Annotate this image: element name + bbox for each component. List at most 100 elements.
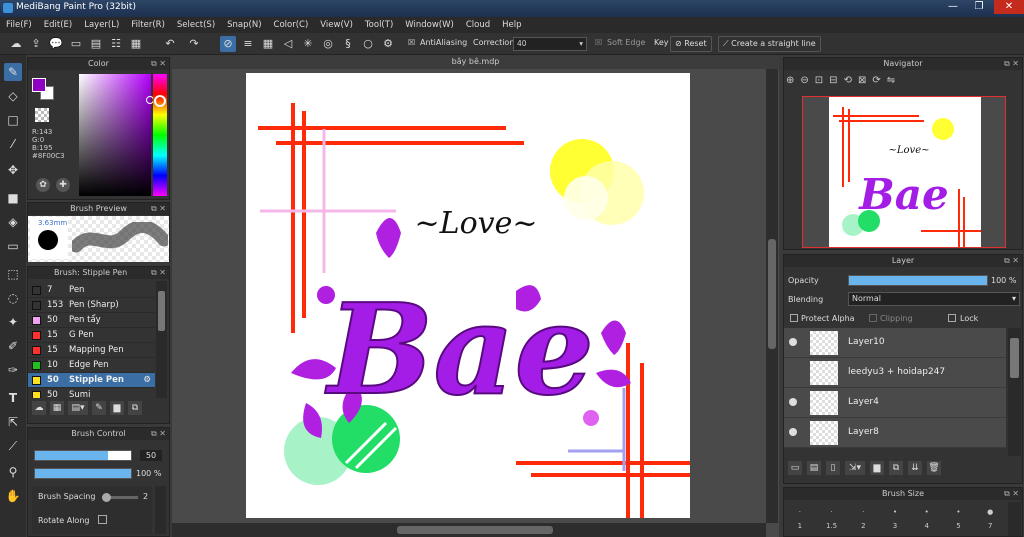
menu-select[interactable]: Select(S) [171, 20, 221, 30]
panel-close-icon[interactable]: ⧉ ✕ [151, 267, 166, 279]
brush-list-item[interactable]: 50 Stipple Pen ⚙ [28, 373, 155, 388]
flip-icon[interactable]: ⇋ [887, 75, 895, 86]
delete-layer-icon[interactable]: 🗑 [927, 461, 941, 475]
select-eraser-icon[interactable]: ✑ [4, 361, 22, 379]
brush-opacity-slider[interactable] [34, 468, 132, 479]
hand-tool-icon[interactable]: ✋ [4, 487, 22, 505]
brush-list-item[interactable]: 153 Pen (Sharp) [28, 298, 155, 313]
eyedropper-icon[interactable]: ⚲ [4, 463, 22, 481]
brush-list-item[interactable]: 10 Edge Pen [28, 358, 155, 373]
merge-icon[interactable]: ⇊ [908, 461, 922, 475]
panel-close-icon[interactable]: ⧉ ✕ [1004, 58, 1019, 70]
brush-size-value[interactable]: 50 [140, 450, 162, 461]
grid-snap-icon[interactable]: ▦ [260, 36, 276, 52]
brush-size-scrollbar[interactable] [1008, 502, 1021, 536]
palette-add-icon[interactable]: ✚ [56, 178, 70, 192]
soft-edge-checkbox[interactable]: ☒ [595, 38, 602, 47]
eye-icon[interactable] [789, 428, 797, 436]
transparent-color-swatch[interactable] [35, 108, 49, 122]
brush-size-preset[interactable]: • 3 [879, 502, 911, 536]
zoom-in-icon[interactable]: ⊕ [786, 75, 794, 86]
brush-size-preset[interactable]: · 2 [847, 502, 879, 536]
canvas-vertical-scrollbar[interactable] [766, 69, 778, 523]
menu-view[interactable]: View(V) [314, 20, 359, 30]
saturation-value-picker[interactable] [79, 74, 151, 196]
antialiasing-checkbox[interactable]: ☒ [408, 38, 415, 47]
maximize-button[interactable]: ❐ [966, 0, 992, 14]
new-file-icon[interactable]: ▭ [68, 36, 84, 52]
new-halftone-layer-icon[interactable]: ▤ [807, 461, 821, 475]
scrollbar-thumb[interactable] [158, 291, 165, 331]
slider-handle[interactable] [102, 493, 111, 502]
menu-help[interactable]: Help [496, 20, 527, 30]
brush-size-preset[interactable]: • 5 [943, 502, 975, 536]
brush-menu-icon[interactable]: ▤▾ [68, 401, 88, 415]
brush-list-scrollbar[interactable] [156, 281, 167, 398]
layer-row[interactable]: leedyu3 + hoidap247 [784, 358, 1006, 388]
add-brush-icon[interactable]: ▦ [50, 401, 64, 415]
dot-tool-icon[interactable]: ⁄ [4, 135, 22, 153]
brush-size-preset[interactable]: · 1.5 [816, 502, 848, 536]
select-tool-icon[interactable]: ⬚ [4, 265, 22, 283]
navigator-preview[interactable]: Bae ~Love~ [802, 96, 1006, 248]
divide-tool-icon[interactable]: ⟋ [4, 437, 22, 455]
eye-icon[interactable] [789, 338, 797, 346]
minimize-button[interactable]: — [940, 0, 966, 14]
correction-select[interactable]: 40 ▾ [513, 37, 587, 51]
brush-cloud-icon[interactable]: ☁ [32, 401, 46, 415]
hue-slider-handle[interactable] [154, 95, 166, 107]
radial-snap-icon[interactable]: ✳ [300, 36, 316, 52]
menu-color[interactable]: Color(C) [268, 20, 315, 30]
brush-size-preset[interactable]: ● 7 [974, 502, 1006, 536]
rotate-along-checkbox[interactable] [98, 515, 107, 524]
duplicate-icon[interactable]: ⧉ [889, 461, 903, 475]
perspective-snap-icon[interactable]: ◁ [280, 36, 296, 52]
actual-size-icon[interactable]: ⊟ [829, 75, 837, 86]
list-icon[interactable]: ☷ [108, 36, 124, 52]
blending-select[interactable]: Normal ▾ [848, 292, 1020, 306]
folder-icon[interactable]: ▆ [870, 461, 884, 475]
menu-cloud[interactable]: Cloud [460, 20, 496, 30]
text-tool-icon[interactable]: T [4, 389, 22, 407]
snap-off-icon[interactable]: ⊘ [220, 36, 236, 52]
cloud-icon[interactable]: ☁ [8, 36, 24, 52]
lock-checkbox[interactable] [948, 314, 956, 322]
layer-scrollbar[interactable] [1008, 328, 1021, 456]
foreground-color-swatch[interactable] [32, 78, 46, 92]
menu-filter[interactable]: Filter(R) [125, 20, 171, 30]
move-tool-icon[interactable]: ✥ [4, 161, 22, 179]
folder-icon[interactable]: ▆ [110, 401, 124, 415]
rectangle-fill-icon[interactable]: ■ [4, 189, 22, 207]
menu-window[interactable]: Window(W) [399, 20, 460, 30]
scrollbar-thumb[interactable] [1010, 338, 1019, 378]
layer-menu-icon[interactable]: ⇲▾ [845, 461, 865, 475]
panel-close-icon[interactable]: ⧉ ✕ [1004, 255, 1019, 267]
brush-spacing-slider[interactable] [102, 493, 138, 502]
close-window-button[interactable]: ✕ [994, 0, 1024, 14]
bucket-tool-icon[interactable]: ◈ [4, 213, 22, 231]
brush-list-item[interactable]: 7 Pen [28, 283, 155, 298]
straight-line-button[interactable]: ⟋ Create a straight line [718, 36, 821, 52]
circle-snap-icon[interactable]: ○ [360, 36, 376, 52]
redo-icon[interactable]: ↷ [186, 36, 202, 52]
edit-brush-icon[interactable]: ✎ [92, 401, 106, 415]
brush-size-preset[interactable]: · 1 [784, 502, 816, 536]
operation-tool-icon[interactable]: ⇱ [4, 413, 22, 431]
snap-settings-icon[interactable]: ⚙ [380, 36, 396, 52]
palette-icon[interactable]: ✿ [36, 178, 50, 192]
brush-list-item[interactable]: 15 G Pen [28, 328, 155, 343]
layer-row[interactable]: Layer8 [784, 418, 1006, 448]
select-pen-icon[interactable]: ✐ [4, 337, 22, 355]
document-tab[interactable]: bây bê.mdp [172, 55, 779, 69]
brush-settings-icon[interactable]: ⚙ [143, 375, 151, 385]
panel-close-icon[interactable]: ⧉ ✕ [151, 428, 166, 440]
undo-icon[interactable]: ↶ [162, 36, 178, 52]
panel-close-icon[interactable]: ⧉ ✕ [151, 203, 166, 215]
comment-icon[interactable]: 💬 [48, 36, 64, 52]
hue-slider[interactable] [153, 74, 167, 196]
panel-close-icon[interactable]: ⧉ ✕ [151, 58, 166, 70]
curve-snap-icon[interactable]: § [340, 36, 356, 52]
canvas-horizontal-scrollbar[interactable] [172, 523, 766, 537]
zoom-out-icon[interactable]: ⊖ [800, 75, 808, 86]
menu-layer[interactable]: Layer(L) [78, 20, 125, 30]
